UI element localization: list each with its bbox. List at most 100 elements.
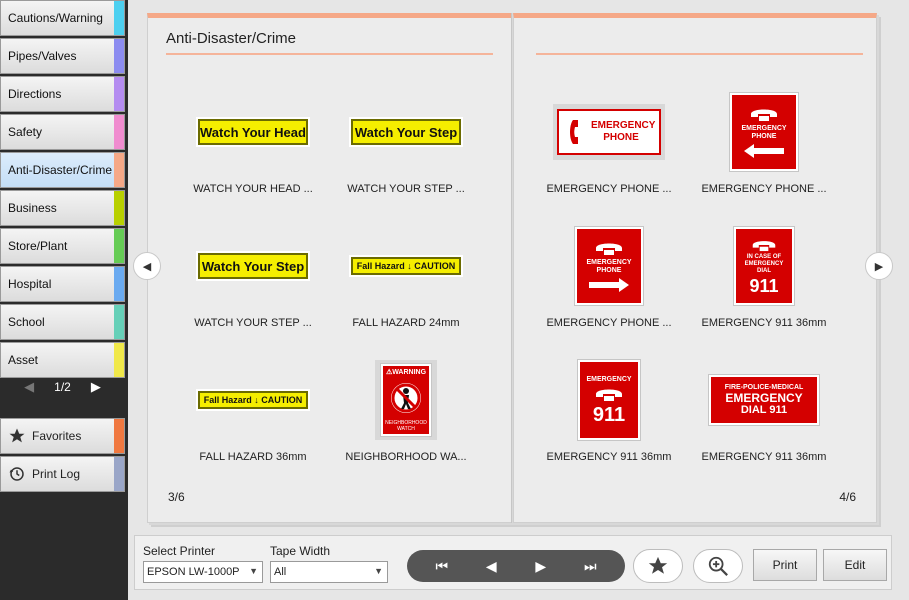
emergency-phone-left-sign: EMERGENCY PHONE [729,92,799,172]
arrow-right-icon [589,278,629,292]
label-preview-text: ⚠WARNING [385,369,427,376]
category-cautions-warning[interactable]: Cautions/Warning [0,0,125,36]
label-sign-frame: EMERGENCY PHONE [553,104,665,160]
category-store-plant[interactable]: Store/Plant [0,228,125,264]
tape-width-select[interactable]: All ▼ [270,561,388,583]
label-preview-text: Watch Your Head [198,119,308,145]
label-book: Anti-Disaster/Crime Watch Your Head WATC… [142,13,882,526]
category-hospital[interactable]: Hospital [0,266,125,302]
label-item[interactable]: EMERGENCY PHONE EMERGENCY PHONE ... [534,222,684,342]
emergency-phone-sign: EMERGENCY PHONE [557,109,661,155]
print-label: Print [772,558,798,572]
label-thumbnail: EMERGENCY 911 [534,356,684,444]
category-color-tab [114,153,124,187]
first-page-button[interactable]: ⏮ [427,558,457,575]
label-thumbnail: IN CASE OF EMERGENCY DIAL 911 [689,222,839,310]
page-title: Anti-Disaster/Crime [166,30,297,47]
category-label: Pipes/Valves [8,49,77,63]
label-item[interactable]: IN CASE OF EMERGENCY DIAL 911 EMERGENCY … [689,222,839,342]
bottom-toolbar: Select Printer EPSON LW-1000P ▼ Tape Wid… [134,535,892,590]
favorites-button[interactable]: Favorites [0,418,125,454]
printer-select[interactable]: EPSON LW-1000P ▼ [143,561,263,583]
category-label: Safety [8,125,43,139]
page-navigation: ⏮ ◀ ▶ ⏭ [407,550,625,582]
label-caption: FALL HAZARD 24mm [352,317,460,329]
emergency-911-sign: IN CASE OF EMERGENCY DIAL 911 [733,226,795,306]
label-thumbnail: Fall Hazard ↓ CAUTION [178,356,328,444]
zoom-in-icon [708,556,728,576]
category-next-page-button[interactable]: ▶ [91,379,101,395]
print-button[interactable]: Print [753,549,817,581]
category-business[interactable]: Business [0,190,125,226]
left-page: Anti-Disaster/Crime Watch Your Head WATC… [147,13,513,523]
label-caption: EMERGENCY PHONE ... [546,317,672,329]
emergency-dial-911-sign: FIRE-POLICE-MEDICAL EMERGENCY DIAL 911 [708,374,820,426]
category-color-tab [114,267,124,301]
label-item[interactable]: ⚠WARNING NEIGHBORHOOD WATCH NEIGHBORHOOD… [331,356,481,476]
label-item[interactable]: EMERGENCY PHONE EMERGENCY PHONE ... [689,88,839,208]
label-preview-text: EMERGENCY PHONE [591,120,656,143]
category-label: Business [8,201,57,215]
label-preview-text: EMERGENCY PHONE [741,125,787,140]
edit-label: Edit [844,558,866,572]
category-safety[interactable]: Safety [0,114,125,150]
zoom-button[interactable] [693,549,743,583]
label-preview-text: EMERGENCY [586,375,632,383]
category-color-tab [114,191,124,225]
history-icon [8,465,26,483]
label-caption: EMERGENCY 911 36mm [701,317,827,329]
next-page-button[interactable]: ▶ [526,558,556,575]
favorite-button[interactable] [633,549,683,583]
category-color-tab [114,39,124,73]
print-log-button[interactable]: Print Log [0,456,125,492]
label-caption: EMERGENCY PHONE ... [701,183,827,195]
category-label: Hospital [8,277,52,291]
next-page-arrow[interactable]: ▶ [865,252,893,280]
printer-label: Select Printer [143,544,216,558]
category-label: Directions [8,87,62,101]
telephone-icon [596,243,622,255]
category-pipes-valves[interactable]: Pipes/Valves [0,38,125,74]
previous-page-arrow[interactable]: ◀ [133,252,161,280]
category-prev-page-button[interactable]: ◀ [24,379,34,395]
label-item[interactable]: EMERGENCY 911 EMERGENCY 911 36mm [534,356,684,476]
telephone-handset-icon [570,120,578,144]
label-thumbnail: ⚠WARNING NEIGHBORHOOD WATCH [331,356,481,444]
label-thumbnail: Fall Hazard ↓ CAUTION [331,222,481,310]
label-item[interactable]: Fall Hazard ↓ CAUTION FALL HAZARD 24mm [331,222,481,342]
label-preview-text: 911 [749,275,779,296]
label-preview-text: FIRE-POLICE-MEDICAL [724,384,804,391]
label-item[interactable]: FIRE-POLICE-MEDICAL EMERGENCY DIAL 911 E… [689,356,839,476]
label-item[interactable]: Watch Your Head WATCH YOUR HEAD ... [178,88,328,208]
label-preview-text: NEIGHBORHOOD WATCH [385,420,427,432]
star-icon [8,427,26,445]
category-color-tab [114,115,124,149]
chevron-left-icon: ◀ [142,260,152,273]
label-item[interactable]: Watch Your Step WATCH YOUR STEP ... [178,222,328,342]
label-preview-text: 911 [592,403,626,426]
category-color-tab [114,1,124,35]
printer-value: EPSON LW-1000P [147,566,240,578]
label-caption: EMERGENCY 911 36mm [701,451,827,463]
print-log-color-tab [114,457,124,491]
label-caption: WATCH YOUR STEP ... [194,317,312,329]
label-item[interactable]: Fall Hazard ↓ CAUTION FALL HAZARD 36mm [178,356,328,476]
label-item[interactable]: Watch Your Step WATCH YOUR STEP ... [331,88,481,208]
tape-width-value: All [274,566,287,578]
label-caption: WATCH YOUR HEAD ... [193,183,313,195]
category-color-tab [114,305,124,339]
category-directions[interactable]: Directions [0,76,125,112]
prev-page-button[interactable]: ◀ [476,558,506,575]
chevron-down-icon: ▼ [249,566,258,576]
edit-button[interactable]: Edit [823,549,887,581]
category-pager: ◀ 1/2 ▶ [0,372,125,402]
category-label: Asset [8,353,39,367]
last-page-button[interactable]: ⏭ [575,558,605,575]
label-preview-text: Fall Hazard ↓ CAUTION [198,391,308,409]
category-anti-disaster-crime[interactable]: Anti-Disaster/Crime [0,152,125,188]
chevron-right-icon: ▶ [874,260,884,273]
label-item[interactable]: EMERGENCY PHONE EMERGENCY PHONE ... [534,88,684,208]
label-preview-text: EMERGENCY [725,391,803,405]
label-caption: NEIGHBORHOOD WA... [345,451,467,463]
category-school[interactable]: School [0,304,125,340]
